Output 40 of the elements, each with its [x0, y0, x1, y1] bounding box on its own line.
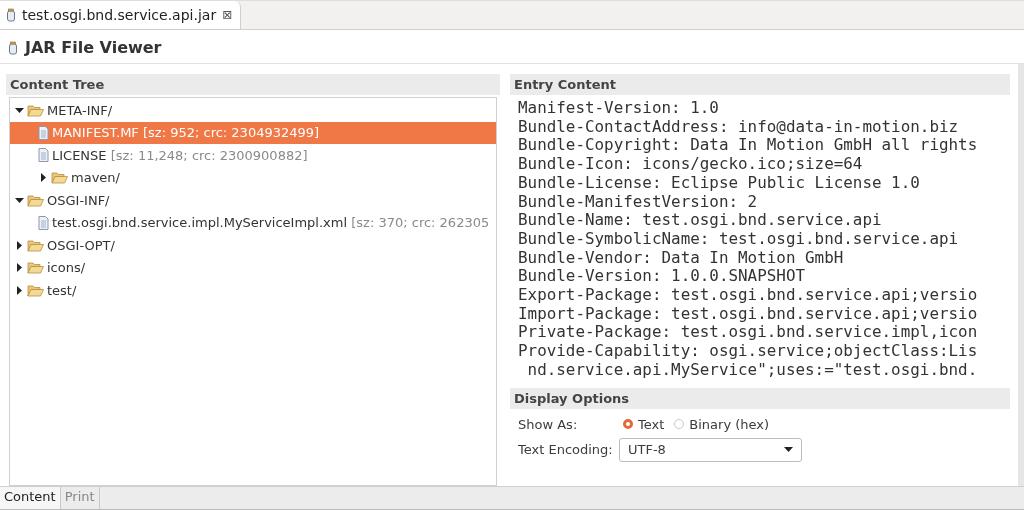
collapsed-arrow-icon[interactable] — [16, 263, 22, 273]
tree-item[interactable]: maven/ — [10, 166, 496, 189]
editor-tab[interactable]: test.osgi.bnd.service.api.jar ⊠ — [0, 1, 242, 29]
jar-icon — [6, 8, 16, 22]
jar-icon — [8, 40, 18, 55]
document-icon — [38, 125, 49, 140]
tree-item[interactable]: META-INF/ — [10, 99, 496, 122]
field-label: Show As: — [518, 416, 579, 432]
page-tab[interactable]: Content — [0, 487, 61, 509]
radio-option[interactable]: Binary (hex) — [674, 416, 770, 432]
tree-item[interactable]: OSGI-INF/ — [10, 189, 496, 212]
folder-icon — [51, 171, 68, 185]
tab-title: test.osgi.bnd.service.api.jar — [22, 7, 217, 23]
field-label: Text Encoding: — [518, 442, 614, 458]
folder-icon — [27, 103, 44, 117]
folder-icon — [27, 283, 44, 297]
expanded-arrow-icon[interactable] — [14, 107, 24, 113]
folder-icon — [27, 193, 44, 207]
radio-option[interactable]: Text — [623, 416, 665, 432]
folder-icon — [27, 238, 44, 252]
viewer-title: JAR File Viewer — [25, 38, 162, 57]
manifest-text: Manifest-Version: 1.0 Bundle-ContactAddress: info@data-in-motion.biz Bundle-Copyright: Data In Motion GmbH all rights Bundle-Icon: icons/gecko.ico;size=64 Bundle-License: Eclipse Public License 1.0 Bundle-ManifestVersion: 2 Bundle-Name: test.osgi.bnd.service.api Bundle-SymbolicName: test.osgi.bnd.service.api Bundle-Vendor: Data In Motion GmbH Bundle-Version: 1.0.0.SNAPSHOT Export-Package: test.osgi.bnd.service.api;versio Import-Package: test.osgi.bnd.service.api;versio Private-Package: test.osgi.bnd.service.impl,icon Provide-Capability: osgi.service;objectClass:Lis nd.service.api.MyService";uses:="test.osgi.bnd. — [517, 97, 979, 381]
tree-item[interactable]: test/ — [10, 279, 496, 302]
section-header: Display Options — [510, 387, 1010, 409]
section-header: Entry Content — [510, 74, 1010, 95]
document-icon — [38, 148, 49, 163]
collapsed-arrow-icon[interactable] — [16, 285, 22, 295]
section-header: Content Tree — [6, 74, 500, 95]
folder-icon — [27, 261, 44, 275]
collapsed-arrow-icon[interactable] — [40, 173, 46, 183]
close-button[interactable]: ⊠ — [222, 8, 233, 22]
tree-item[interactable]: icons/ — [10, 256, 496, 279]
collapsed-arrow-icon[interactable] — [16, 240, 22, 250]
expanded-arrow-icon[interactable] — [14, 197, 24, 203]
tree-item[interactable]: test.osgi.bnd.service.impl.MyServiceImpl.xml [sz: 370; crc: 262305 — [10, 211, 496, 234]
tree-item[interactable]: LICENSE [sz: 11,248; crc: 2300900882] — [10, 144, 496, 167]
caret-icon — [784, 447, 793, 453]
encoding-dropdown[interactable]: UTF-8 — [619, 437, 802, 462]
tree-item[interactable]: OSGI-OPT/ — [10, 234, 496, 257]
document-icon — [38, 215, 49, 230]
